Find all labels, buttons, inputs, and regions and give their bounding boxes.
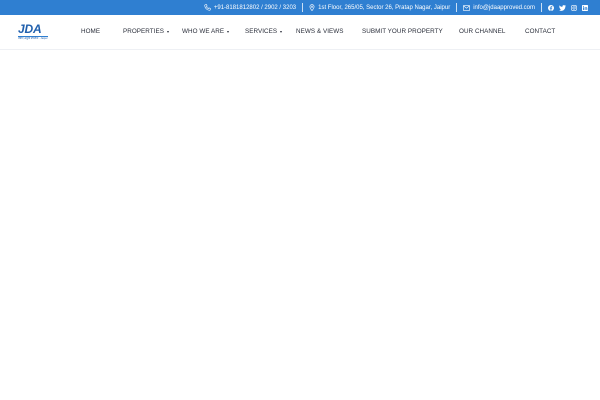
mail-icon — [463, 4, 471, 11]
email-text: info@jdaapproved.com — [473, 4, 535, 11]
top-info-bar: +91-8181812802 / 2902 / 3203 1st Floor, … — [0, 0, 600, 15]
nav-home[interactable]: HOME — [81, 28, 100, 35]
nav-submit-property[interactable]: SUBMIT YOUR PROPERTY — [362, 28, 443, 35]
twitter-icon[interactable] — [559, 4, 566, 11]
social-links — [542, 4, 588, 11]
nav-channel-label: OUR CHANNEL — [459, 28, 506, 35]
nav-home-label: HOME — [81, 28, 101, 35]
caret-down-icon — [280, 30, 283, 33]
phone-contact[interactable]: +91-8181812802 / 2902 / 3203 — [198, 2, 302, 13]
nav-who-we-are-label: WHO WE ARE — [182, 28, 225, 35]
nav-our-channel[interactable]: OUR CHANNEL — [459, 28, 505, 35]
page-content — [0, 50, 600, 400]
email-contact[interactable]: info@jdaapproved.com — [457, 2, 541, 13]
nav-submit-label: SUBMIT YOUR PROPERTY — [362, 28, 443, 35]
nav-services[interactable]: SERVICES — [245, 28, 283, 35]
nav-news-views[interactable]: NEWS & VIEWS — [296, 28, 343, 35]
caret-down-icon — [166, 30, 169, 33]
nav-services-label: SERVICES — [245, 28, 278, 35]
nav-contact[interactable]: CONTACT — [525, 28, 555, 35]
main-header: JDA जेडीए अप्रूव्ड प्रॉपर्टीज़ · Jaipur … — [0, 15, 600, 50]
main-nav: HOME PROPERTIES WHO WE ARE SERVICES NEWS… — [0, 15, 600, 50]
caret-down-icon — [227, 30, 230, 33]
nav-news-label: NEWS & VIEWS — [296, 28, 344, 35]
nav-contact-label: CONTACT — [525, 28, 556, 35]
address-text: 1st Floor, 265/05, Sector 26, Pratap Nag… — [318, 4, 451, 11]
location-pin-icon — [309, 4, 315, 11]
nav-who-we-are[interactable]: WHO WE ARE — [182, 28, 230, 35]
address-contact[interactable]: 1st Floor, 265/05, Sector 26, Pratap Nag… — [303, 2, 456, 13]
nav-properties-label: PROPERTIES — [123, 28, 164, 35]
instagram-icon[interactable] — [571, 4, 577, 11]
phone-text: +91-8181812802 / 2902 / 3203 — [213, 4, 297, 11]
nav-properties[interactable]: PROPERTIES — [123, 28, 169, 35]
phone-icon — [204, 4, 211, 11]
linkedin-icon[interactable] — [582, 4, 588, 11]
facebook-icon[interactable] — [548, 4, 554, 11]
